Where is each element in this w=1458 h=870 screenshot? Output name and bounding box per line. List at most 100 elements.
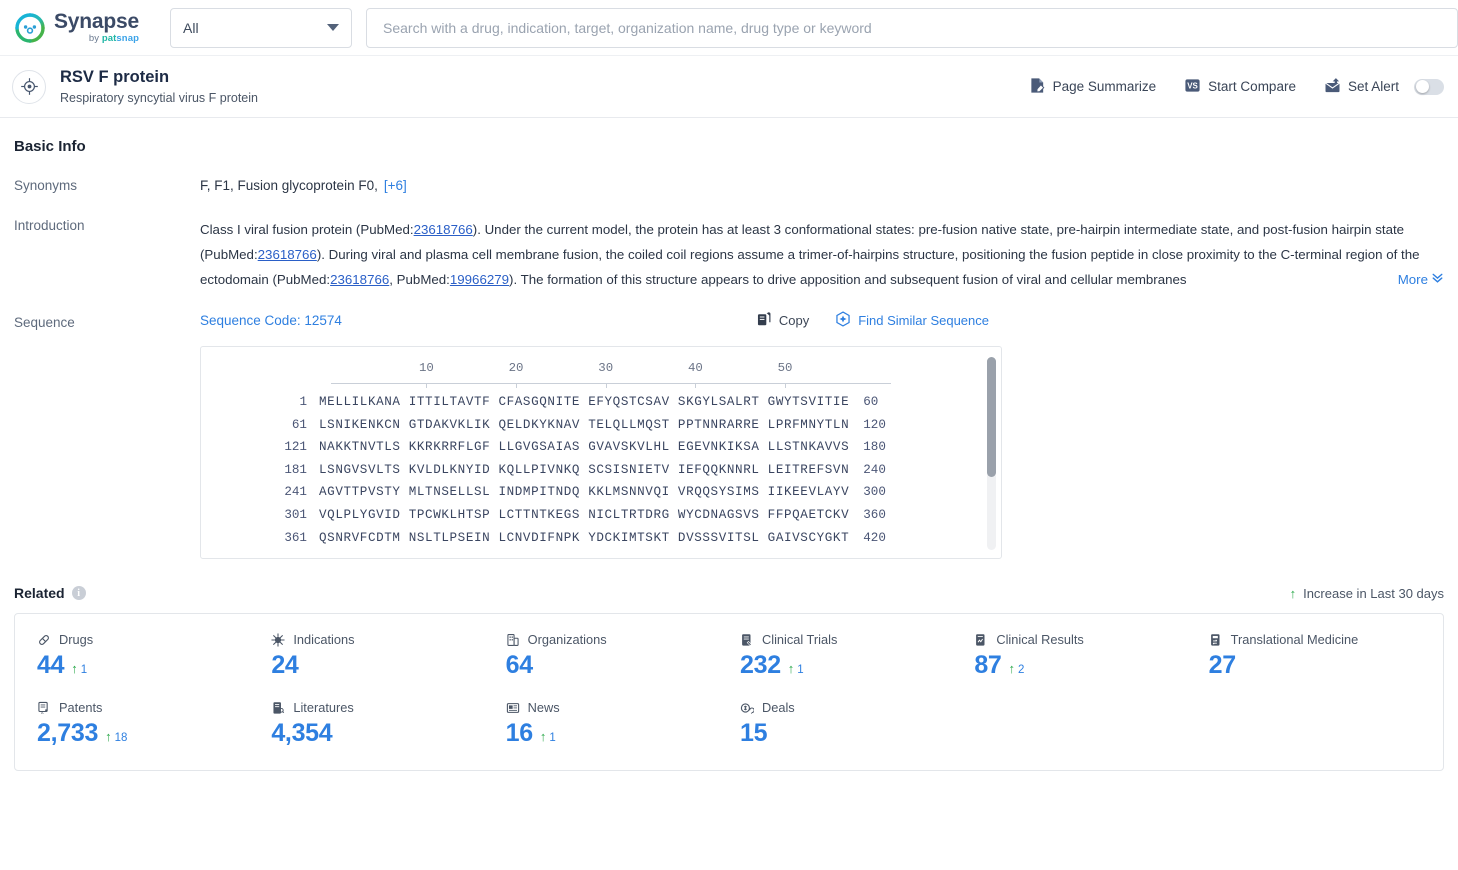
sequence-end-index: 120 — [863, 417, 886, 432]
sequence-viewer[interactable]: 10 20 30 40 50 1 MELLILKANA ITTILTAVTF CFASGQ… — [200, 346, 1002, 559]
stat-label: Translational Medicine — [1209, 632, 1443, 647]
ruler-tick — [426, 383, 428, 388]
stat-label: Literatures — [271, 700, 505, 715]
search-input[interactable] — [381, 18, 1443, 37]
pubmed-link[interactable]: 23618766 — [330, 272, 389, 287]
related-stat-translational-medicine[interactable]: Translational Medicine 27 — [1209, 632, 1443, 680]
stat-value[interactable]: 44 — [37, 651, 65, 680]
related-stat-drugs[interactable]: Drugs 44 ↑ 1 — [37, 632, 271, 680]
synapse-swirl-icon — [14, 12, 46, 44]
related-stat-indications[interactable]: Indications 24 — [271, 632, 505, 680]
stat-label: News — [506, 700, 740, 715]
delta-up-arrow-icon: ↑ — [1008, 661, 1016, 676]
synonyms-more-link[interactable]: [+6] — [384, 178, 407, 193]
stat-value[interactable]: 27 — [1209, 651, 1237, 680]
sequence-end-index: 300 — [863, 485, 886, 500]
related-stat-patents[interactable]: A Patents 2,733 ↑ 18 — [37, 700, 271, 748]
page-body: Basic Info Synonyms F, F1, Fusion glycop… — [0, 138, 1458, 771]
stat-label: Clinical Results — [974, 632, 1208, 647]
introduction-label: Introduction — [14, 218, 85, 233]
search-scope-select[interactable]: All — [170, 7, 352, 48]
related-stat-literatures[interactable]: Literatures 4,354 — [271, 700, 505, 748]
sequence-line: 1 MELLILKANA ITTILTAVTF CFASGQNITE EFYQST… — [201, 391, 1001, 414]
related-stat-news[interactable]: News 16 ↑ 1 — [506, 700, 740, 748]
brand-logo[interactable]: Synapse by patsnap — [0, 11, 170, 44]
stat-value[interactable]: 232 — [740, 651, 781, 680]
stat-value[interactable]: 16 — [506, 719, 534, 748]
delta-value: 2 — [1018, 664, 1025, 676]
introduction-segment: ). The formation of this structure appea… — [509, 272, 1187, 287]
patent-icon: A — [37, 701, 51, 715]
find-similar-sequence-button[interactable]: Find Similar Sequence — [835, 311, 989, 330]
pubmed-link[interactable]: 23618766 — [414, 222, 473, 237]
introduction-text: Class I viral fusion protein (PubMed:236… — [200, 217, 1444, 292]
ruler-tick-label: 40 — [687, 361, 703, 375]
related-stat-deals[interactable]: Deals 15 — [740, 700, 974, 748]
related-stat-organizations[interactable]: Organizations 64 — [506, 632, 740, 680]
sequence-line: 361 QSNRVFCDTM NSLTLPSEIN LCNVDIFNPK YDCK… — [201, 527, 1001, 550]
start-compare-button[interactable]: VS Start Compare — [1184, 77, 1296, 97]
svg-text:VS: VS — [1187, 81, 1198, 90]
delta-value: 1 — [797, 664, 804, 676]
related-stats-card: Drugs 44 ↑ 1 Indications 24 Organizations 64 Cli… — [14, 613, 1444, 771]
chevron-down-icon — [327, 24, 339, 31]
stat-value[interactable]: 64 — [506, 651, 534, 680]
basic-info-heading: Basic Info — [14, 138, 86, 155]
synonyms-label: Synonyms — [14, 178, 78, 193]
stat-delta: ↑ 2 — [1009, 661, 1025, 676]
sequence-line: 121 NAKKTNVTLS KKRKRRFLGF LLGVGSAIAS GVAV… — [201, 436, 1001, 459]
sequence-scrollbar-thumb[interactable] — [987, 357, 996, 477]
stat-value-row: 27 — [1209, 651, 1443, 680]
related-stat-clinical-results[interactable]: Clinical Results 87 ↑ 2 — [974, 632, 1208, 680]
stat-value-row: 87 ↑ 2 — [974, 651, 1208, 680]
stat-value[interactable]: 87 — [974, 651, 1002, 680]
page-summarize-label: Page Summarize — [1052, 79, 1157, 94]
page-summarize-button[interactable]: Page Summarize — [1029, 77, 1157, 97]
ruler-tick-label: 10 — [418, 361, 434, 375]
stat-value[interactable]: 4,354 — [271, 719, 332, 748]
start-compare-label: Start Compare — [1208, 79, 1296, 94]
sequence-residues: QSNRVFCDTM NSLTLPSEIN LCNVDIFNPK YDCKIMT… — [319, 530, 850, 545]
stat-delta: ↑ 1 — [540, 729, 556, 744]
delta-up-arrow-icon: ↑ — [787, 661, 795, 676]
set-alert-label: Set Alert — [1347, 79, 1399, 94]
sequence-start-index: 121 — [284, 440, 307, 455]
stat-value[interactable]: 15 — [740, 719, 768, 748]
related-stat-clinical-trials[interactable]: Clinical Trials 232 ↑ 1 — [740, 632, 974, 680]
sequence-start-index: 241 — [284, 485, 307, 500]
versus-icon: VS — [1184, 77, 1201, 97]
target-icon — [12, 69, 46, 104]
svg-text:A: A — [41, 711, 44, 715]
pubmed-link[interactable]: 19966279 — [450, 272, 509, 287]
sequence-ruler: 10 20 30 40 50 — [331, 361, 891, 391]
stat-label-text: News — [527, 700, 560, 715]
pubmed-link[interactable]: 23618766 — [258, 247, 317, 262]
stat-label-text: Translational Medicine — [1230, 632, 1359, 647]
stat-delta: ↑ 1 — [788, 661, 804, 676]
related-legend: ↑ Increase in Last 30 days — [1290, 586, 1444, 601]
sequence-code-link[interactable]: Sequence Code: 12574 — [200, 313, 342, 328]
introduction-segment: , PubMed: — [389, 272, 450, 287]
pill-icon — [37, 633, 51, 647]
sequence-residues: NAKKTNVTLS KKRKRRFLGF LLGVGSAIAS GVAVSKV… — [319, 440, 850, 455]
set-alert-toggle[interactable] — [1414, 78, 1444, 95]
ruler-tick — [605, 383, 607, 388]
sequence-start-index: 1 — [299, 395, 307, 409]
set-alert-button[interactable]: Set Alert — [1324, 77, 1444, 97]
related-header: Related i ↑ Increase in Last 30 days — [14, 585, 1444, 601]
copy-sequence-button[interactable]: Copy — [756, 311, 809, 330]
find-similar-hex-icon — [835, 311, 851, 330]
search-field-wrapper[interactable] — [366, 7, 1458, 48]
stat-label: Drugs — [37, 632, 271, 647]
stat-value[interactable]: 2,733 — [37, 719, 98, 748]
sequence-residues: AGVTTPVSTY MLTNSELLSL INDMPITNDQ KKLMSNN… — [319, 485, 850, 500]
info-icon[interactable]: i — [71, 586, 86, 600]
top-search-bar: Synapse by patsnap All — [0, 0, 1458, 56]
stat-value[interactable]: 24 — [271, 651, 299, 680]
introduction-more-button[interactable]: More — [1363, 267, 1444, 292]
clinical-result-icon — [974, 633, 988, 647]
delta-value: 1 — [549, 732, 556, 744]
delta-up-arrow-icon: ↑ — [539, 729, 547, 744]
literature-icon — [271, 701, 285, 715]
stat-label: Deals — [740, 700, 974, 715]
